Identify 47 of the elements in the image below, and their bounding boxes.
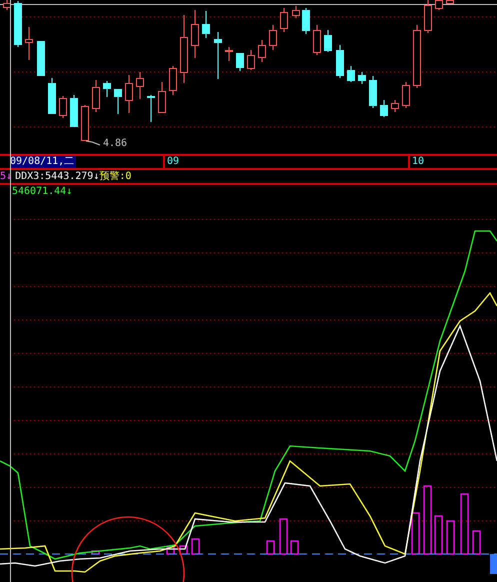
candlestick <box>269 24 277 50</box>
candlestick <box>380 100 388 118</box>
candlestick <box>191 10 199 58</box>
month-label: 09 <box>163 156 180 168</box>
candlestick <box>336 44 344 78</box>
alert-label: 预警:0 <box>99 170 132 182</box>
leader-line <box>86 140 100 146</box>
candlestick <box>402 82 410 108</box>
candlestick <box>70 94 78 128</box>
candlestick <box>169 66 177 96</box>
candlestick <box>280 8 288 32</box>
down-arrow-icon: ↓ <box>6 170 12 182</box>
candlestick <box>14 0 22 48</box>
candlestick <box>92 80 100 112</box>
cursor-date-label: 09/08/11,二 <box>10 156 76 168</box>
indicator-value-label: 5 <box>0 170 6 182</box>
candlestick <box>347 66 355 82</box>
candlestick <box>413 24 421 88</box>
candlestick <box>37 40 45 76</box>
candlestick <box>225 46 233 62</box>
candlestick <box>324 30 332 52</box>
candlestick <box>147 94 155 122</box>
ddx-value-label: DDX3:5443.279 <box>15 170 94 182</box>
candlestick <box>292 6 300 18</box>
candlestick <box>391 100 399 112</box>
candlestick <box>59 96 67 118</box>
candlestick <box>158 82 166 114</box>
candlestick <box>302 8 310 34</box>
candlestick <box>180 14 188 84</box>
candlestick <box>358 72 366 84</box>
candlestick <box>103 80 111 98</box>
low-price-label: 4.86 <box>103 138 128 150</box>
candlestick <box>125 74 133 114</box>
candlestick <box>136 72 144 100</box>
candlestick <box>81 104 89 141</box>
candlestick <box>48 78 56 114</box>
month-label: 10 <box>408 156 424 168</box>
down-arrow-icon: ↓ <box>93 170 100 182</box>
candlestick <box>25 26 33 60</box>
candlestick <box>247 50 255 70</box>
candlestick <box>236 52 244 72</box>
candlestick <box>258 40 266 62</box>
candlestick <box>202 10 210 38</box>
candlestick <box>114 88 122 114</box>
candlestick <box>313 24 321 56</box>
candlestick <box>214 32 222 80</box>
candlestick <box>369 76 377 108</box>
